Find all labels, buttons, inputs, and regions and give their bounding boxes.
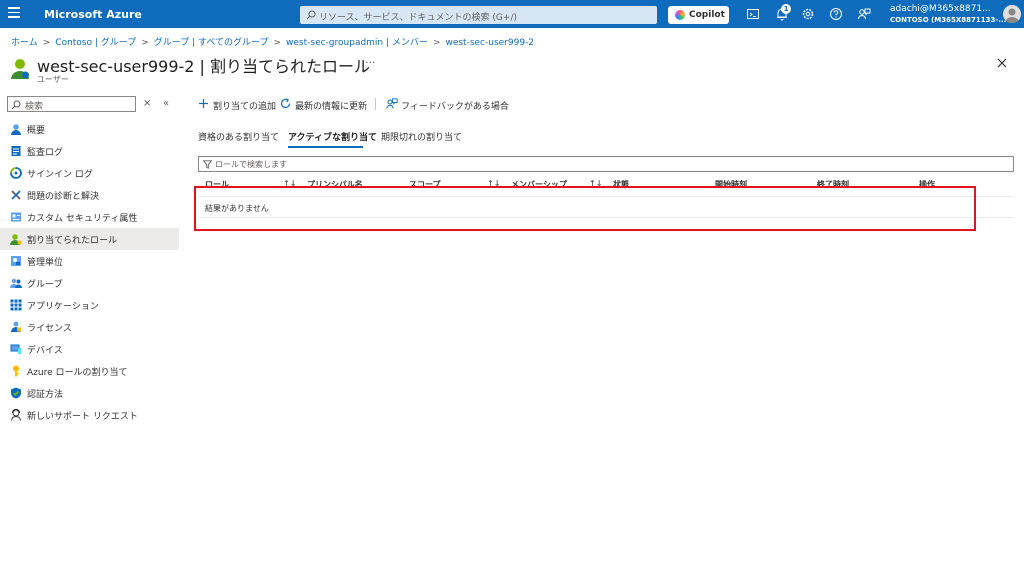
user-tenant: CONTOSO (M365X8871133-... [890,16,1007,24]
chevron-right-icon: > [273,38,282,48]
sidebar-search-input[interactable]: 検索 [7,96,136,112]
sidebar-item-label: 割り当てられたロール [27,236,118,246]
sidebar-item-label: デバイス [27,346,63,356]
sidebar-item-label: Azure ロールの割り当て [27,368,128,378]
collapse-sidebar-icon[interactable]: « [163,98,169,109]
highlight-box [194,186,976,231]
more-options-icon[interactable]: ··· [365,56,376,69]
sidebar-item-diagnose[interactable]: 問題の診断と解決 [0,184,179,206]
sidebar-item-label: 監査ログ [27,148,64,158]
tab-active-assignments[interactable]: アクティブな割り当て [288,130,377,143]
sidebar-item-licenses[interactable]: ライセンス [0,316,179,338]
feedback-icon[interactable] [857,7,871,21]
admin-units-icon [11,256,21,266]
licenses-icon [11,321,21,332]
breadcrumb-user[interactable]: west-sec-user999-2 [445,38,534,48]
plus-icon [199,99,208,108]
portal-title[interactable]: Microsoft Azure [44,8,142,21]
sign-in-log-icon [10,167,22,179]
sidebar-item-label: カスタム セキュリティ属性 [27,214,138,224]
avatar[interactable] [1003,5,1021,23]
toolbar-divider [375,98,376,110]
breadcrumb: ホーム > Contoso | グループ > グループ | すべてのグループ > west-… [11,35,534,48]
feedback-label: フィードバックがある場合 [401,102,509,112]
copilot-button[interactable]: Copilot [668,6,729,24]
devices-icon [10,344,22,354]
support-request-icon [11,409,21,421]
top-bar: Microsoft Azure リソース、サービス、ドキュメントの検索 (G+/… [0,0,1024,28]
search-icon [306,10,316,20]
sidebar-item-assigned-roles[interactable]: 割り当てられたロール [0,228,179,250]
custom-security-icon [11,212,21,222]
chevron-right-icon: > [432,38,441,48]
active-tab-indicator [288,146,363,148]
copilot-label: Copilot [689,10,725,20]
notification-badge: 1 [781,4,791,14]
account-info[interactable]: adachi@M365x8871... CONTOSO (M365X887113… [890,4,1006,26]
sidebar-item-label: 新しいサポート リクエスト [27,412,138,422]
sidebar-item-sign-in-log[interactable]: サインイン ログ [0,162,179,184]
close-icon[interactable] [996,57,1008,69]
refresh-label: 最新の情報に更新 [295,102,368,112]
feedback-icon [386,98,398,109]
audit-log-icon [11,146,21,156]
user-icon [11,59,29,79]
sidebar-item-applications[interactable]: アプリケーション [0,294,179,316]
role-search-placeholder: ロールで検索します [215,160,287,169]
sidebar-item-overview[interactable]: 概要 [0,118,179,140]
sidebar-item-label: 概要 [27,126,46,136]
diagnose-icon [11,190,21,200]
sidebar-item-devices[interactable]: デバイス [0,338,179,360]
page-title: west-sec-user999-2 | 割り当てられたロール [37,57,371,76]
breadcrumb-all-groups[interactable]: グループ | すべてのグループ [154,38,269,48]
groups-icon [10,278,22,288]
sidebar-search-placeholder: 検索 [25,102,44,112]
role-search-input[interactable]: ロールで検索します [198,156,1014,172]
sidebar-item-label: 問題の診断と解決 [27,192,100,202]
assigned-roles-icon [10,234,22,245]
search-icon [11,100,21,110]
azure-role-icon [13,365,19,377]
breadcrumb-home[interactable]: ホーム [11,38,38,48]
sidebar-item-groups[interactable]: グループ [0,272,179,294]
settings-icon[interactable] [801,7,815,21]
auth-methods-icon [11,387,21,399]
chevron-right-icon: > [141,38,149,48]
tab-eligible-assignments[interactable]: 資格のある割り当て [198,130,279,143]
sidebar-item-label: 管理単位 [27,258,64,268]
global-search-input[interactable]: リソース、サービス、ドキュメントの検索 (G+/) [300,6,657,24]
sidebar-item-auth-methods[interactable]: 認証方法 [0,382,179,404]
add-assignment-label: 割り当ての追加 [213,102,277,112]
refresh-icon [280,98,291,109]
applications-icon [10,299,22,311]
copilot-icon [675,10,685,20]
sidebar-item-azure-role-assignments[interactable]: Azure ロールの割り当て [0,360,179,382]
sidebar-nav: 概要 監査ログ サインイン ログ 問題の診断と解決 カスタム セキュリティ属性 … [0,118,179,426]
sidebar-item-audit-log[interactable]: 監査ログ [0,140,179,162]
breadcrumb-contoso-groups[interactable]: Contoso | グループ [55,38,136,48]
sidebar-item-label: 認証方法 [27,390,64,400]
breadcrumb-group-members[interactable]: west-sec-groupadmin | メンバー [286,38,428,48]
sidebar-item-admin-units[interactable]: 管理単位 [0,250,179,272]
page-subtitle: ユーザー [37,75,69,84]
tab-expired-assignments[interactable]: 期限切れの割り当て [381,130,462,143]
sidebar-item-label: ライセンス [27,324,72,334]
overview-icon [11,124,21,135]
filter-icon [203,160,212,169]
sidebar-item-new-support-request[interactable]: 新しいサポート リクエスト [0,404,179,426]
sidebar-item-label: サインイン ログ [27,170,93,180]
menu-icon[interactable] [8,7,20,21]
chevron-right-icon: > [42,38,51,48]
user-name: adachi@M365x8871... [890,4,991,14]
cloud-shell-icon[interactable] [746,7,760,21]
help-icon[interactable] [829,7,843,21]
search-placeholder: リソース、サービス、ドキュメントの検索 (G+/) [319,13,517,23]
sidebar-item-custom-security[interactable]: カスタム セキュリティ属性 [0,206,179,228]
sidebar-item-label: グループ [27,280,63,290]
sidebar-expand-icon[interactable]: ⨯ [143,98,151,109]
sidebar-item-label: アプリケーション [27,302,99,312]
